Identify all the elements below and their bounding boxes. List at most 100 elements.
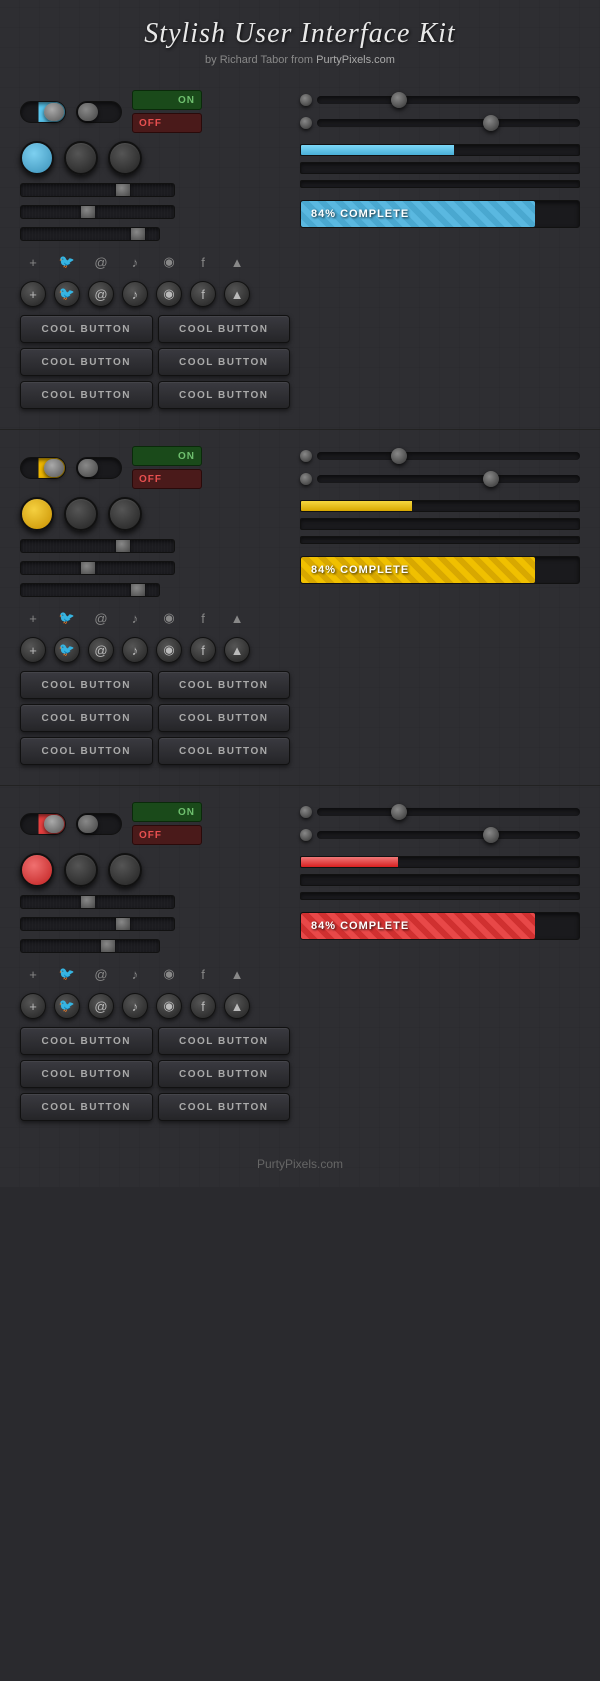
- social-arrow-filled[interactable]: ▲: [224, 281, 250, 307]
- social-rss-filled[interactable]: ◉: [156, 281, 182, 307]
- cool-button-y2[interactable]: COOL BUTTON: [158, 671, 291, 699]
- cool-button-y4[interactable]: COOL BUTTON: [158, 704, 291, 732]
- cool-button-4[interactable]: COOL BUTTON: [158, 348, 291, 376]
- social-rss-outline-y[interactable]: ◉: [156, 605, 182, 631]
- h-slider-r3[interactable]: [20, 939, 160, 953]
- round-toggle-off-2[interactable]: [108, 141, 142, 175]
- round-toggle-blue-active[interactable]: [20, 141, 54, 175]
- social-at-filled-r[interactable]: @: [88, 993, 114, 1019]
- social-at-filled-y[interactable]: @: [88, 637, 114, 663]
- social-rss-filled-y[interactable]: ◉: [156, 637, 182, 663]
- cool-button-y5[interactable]: COOL BUTTON: [20, 737, 153, 765]
- social-twitter-outline[interactable]: 🐦: [54, 249, 80, 275]
- social-twitter-filled[interactable]: 🐦: [54, 281, 80, 307]
- round-toggle-off-r1[interactable]: [64, 853, 98, 887]
- right-progress-yellow: 84% COMPLETE: [290, 446, 580, 765]
- social-fb-filled-r[interactable]: f: [190, 993, 216, 1019]
- cool-button-y1[interactable]: COOL BUTTON: [20, 671, 153, 699]
- social-fb-outline-y[interactable]: f: [190, 605, 216, 631]
- round-toggle-yellow-active[interactable]: [20, 497, 54, 531]
- social-plus-filled[interactable]: +: [20, 281, 46, 307]
- social-rss-outline-r[interactable]: ◉: [156, 961, 182, 987]
- social-music-outline-y[interactable]: ♪: [122, 605, 148, 631]
- round-toggle-off-r2[interactable]: [108, 853, 142, 887]
- social-plus-filled-y[interactable]: +: [20, 637, 46, 663]
- cool-button-r3[interactable]: COOL BUTTON: [20, 1060, 153, 1088]
- h-slider-3[interactable]: [20, 227, 160, 241]
- h-slider-y1[interactable]: [20, 539, 175, 553]
- h-slider-r1[interactable]: [20, 895, 175, 909]
- cool-button-r4[interactable]: COOL BUTTON: [158, 1060, 291, 1088]
- social-arrow-filled-y[interactable]: ▲: [224, 637, 250, 663]
- social-plus-outline-y[interactable]: +: [20, 605, 46, 631]
- social-music-filled[interactable]: ♪: [122, 281, 148, 307]
- progress-label-yellow: 84% COMPLETE: [311, 564, 409, 576]
- toggle-switch-yellow-on[interactable]: [20, 457, 66, 479]
- social-fb-filled[interactable]: f: [190, 281, 216, 307]
- social-music-filled-r[interactable]: ♪: [122, 993, 148, 1019]
- social-plus-outline-r[interactable]: +: [20, 961, 46, 987]
- social-at-filled[interactable]: @: [88, 281, 114, 307]
- social-arrow-outline[interactable]: ▲: [224, 249, 250, 275]
- social-twitter-filled-y[interactable]: 🐦: [54, 637, 80, 663]
- h-slider-y3[interactable]: [20, 583, 160, 597]
- cool-button-6[interactable]: COOL BUTTON: [158, 381, 291, 409]
- cool-button-r6[interactable]: COOL BUTTON: [158, 1093, 291, 1121]
- cool-button-r1[interactable]: COOL BUTTON: [20, 1027, 153, 1055]
- toggle-switch-off-yellow[interactable]: [76, 457, 122, 479]
- cool-button-1[interactable]: COOL BUTTON: [20, 315, 153, 343]
- social-rss-outline[interactable]: ◉: [156, 249, 182, 275]
- h-slider-2[interactable]: [20, 205, 175, 219]
- r-slider-track-2[interactable]: [317, 119, 580, 127]
- header-link[interactable]: PurtyPixels.com: [316, 54, 395, 66]
- on-button[interactable]: ON: [132, 90, 202, 110]
- round-toggle-off-y2[interactable]: [108, 497, 142, 531]
- cool-button-2[interactable]: COOL BUTTON: [158, 315, 291, 343]
- cool-button-3[interactable]: COOL BUTTON: [20, 348, 153, 376]
- social-plus-filled-r[interactable]: +: [20, 993, 46, 1019]
- social-fb-filled-y[interactable]: f: [190, 637, 216, 663]
- round-toggle-off-y1[interactable]: [64, 497, 98, 531]
- on-button-yellow[interactable]: ON: [132, 446, 202, 466]
- social-at-outline-r[interactable]: @: [88, 961, 114, 987]
- on-button-red[interactable]: ON: [132, 802, 202, 822]
- toggle-switch-off-1[interactable]: [76, 101, 122, 123]
- toggle-switch-red-on[interactable]: [20, 813, 66, 835]
- social-twitter-outline-y[interactable]: 🐦: [54, 605, 80, 631]
- r-slider-track-r1[interactable]: [317, 808, 580, 816]
- social-twitter-filled-r[interactable]: 🐦: [54, 993, 80, 1019]
- social-music-outline[interactable]: ♪: [122, 249, 148, 275]
- r-slider-track-y2[interactable]: [317, 475, 580, 483]
- social-music-outline-r[interactable]: ♪: [122, 961, 148, 987]
- cool-button-r5[interactable]: COOL BUTTON: [20, 1093, 153, 1121]
- r-slider-track-y1[interactable]: [317, 452, 580, 460]
- social-at-outline[interactable]: @: [88, 249, 114, 275]
- social-music-filled-y[interactable]: ♪: [122, 637, 148, 663]
- social-fb-outline-r[interactable]: f: [190, 961, 216, 987]
- h-slider-1[interactable]: [20, 183, 175, 197]
- slider-row-2-yellow: [20, 561, 290, 575]
- social-arrow-outline-y[interactable]: ▲: [224, 605, 250, 631]
- cool-button-r2[interactable]: COOL BUTTON: [158, 1027, 291, 1055]
- toggle-switch-off-red[interactable]: [76, 813, 122, 835]
- cool-button-y6[interactable]: COOL BUTTON: [158, 737, 291, 765]
- social-rss-filled-r[interactable]: ◉: [156, 993, 182, 1019]
- off-button-yellow[interactable]: OFF: [132, 469, 202, 489]
- social-twitter-outline-r[interactable]: 🐦: [54, 961, 80, 987]
- cool-button-y3[interactable]: COOL BUTTON: [20, 704, 153, 732]
- cool-button-5[interactable]: COOL BUTTON: [20, 381, 153, 409]
- social-plus-outline[interactable]: +: [20, 249, 46, 275]
- social-at-outline-y[interactable]: @: [88, 605, 114, 631]
- r-slider-track-1[interactable]: [317, 96, 580, 104]
- social-arrow-filled-r[interactable]: ▲: [224, 993, 250, 1019]
- off-button-red[interactable]: OFF: [132, 825, 202, 845]
- off-button[interactable]: OFF: [132, 113, 202, 133]
- toggle-switch-blue-on[interactable]: [20, 101, 66, 123]
- social-fb-outline[interactable]: f: [190, 249, 216, 275]
- social-arrow-outline-r[interactable]: ▲: [224, 961, 250, 987]
- h-slider-y2[interactable]: [20, 561, 175, 575]
- h-slider-r2[interactable]: [20, 917, 175, 931]
- round-toggle-red-active[interactable]: [20, 853, 54, 887]
- round-toggle-off-1[interactable]: [64, 141, 98, 175]
- r-slider-track-r2[interactable]: [317, 831, 580, 839]
